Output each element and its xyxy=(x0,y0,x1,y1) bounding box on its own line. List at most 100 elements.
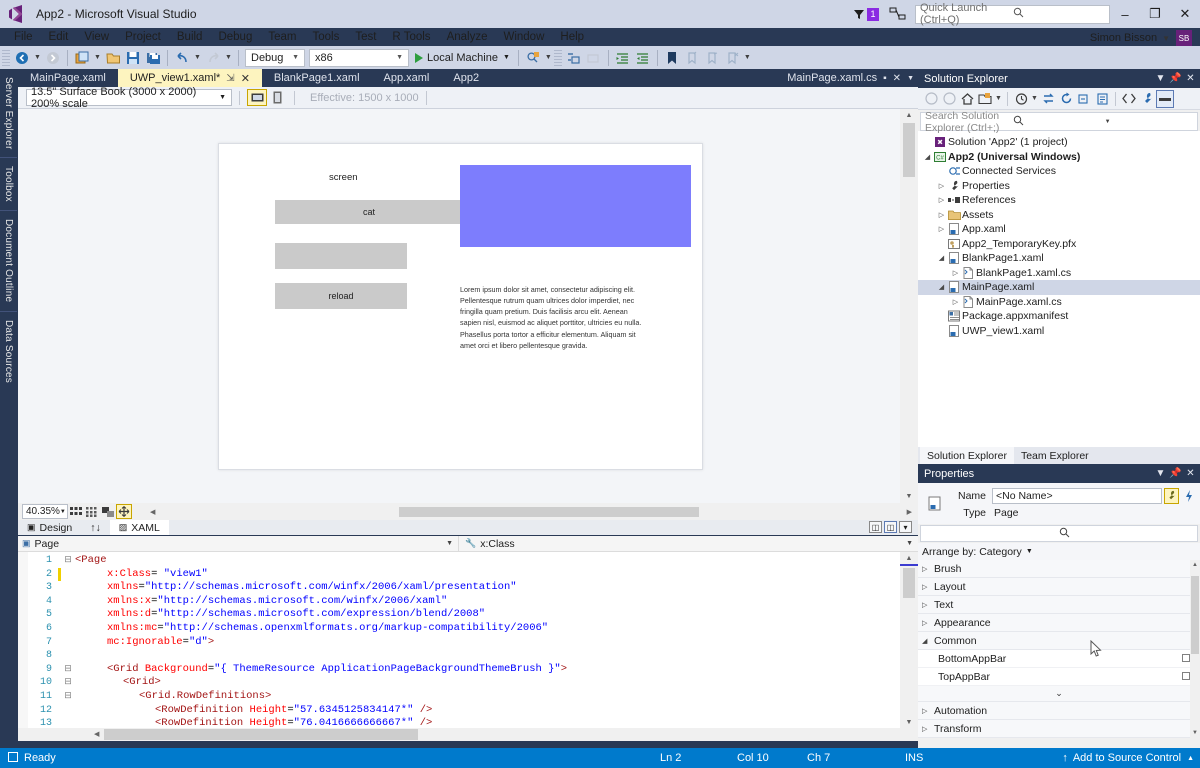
code-line[interactable]: 13 <RowDefinition Height="76.041666666666… xyxy=(18,717,898,728)
expander-icon[interactable]: ▷ xyxy=(936,225,947,233)
toolbar-grip[interactable] xyxy=(553,49,562,66)
menu-project[interactable]: Project xyxy=(117,30,169,44)
vertical-tab-document-outline[interactable]: Document Outline xyxy=(0,210,17,310)
chevron-down-icon[interactable]: ▼ xyxy=(1153,73,1168,84)
landscape-orientation-button[interactable] xyxy=(247,89,267,106)
expander-icon[interactable]: ▷ xyxy=(922,565,934,573)
scrollbar-thumb[interactable] xyxy=(903,568,915,598)
expander-icon[interactable]: ◢ xyxy=(922,153,933,161)
code-line[interactable]: 3 xmlns="http://schemas.microsoft.com/win… xyxy=(18,581,898,595)
refresh-icon[interactable] xyxy=(1057,90,1075,108)
designer-vertical-scrollbar[interactable]: ▲ ▼ xyxy=(900,109,918,503)
close-icon[interactable]: ✕ xyxy=(893,73,901,84)
collapse-outline-icon[interactable]: ⊟ xyxy=(61,676,75,690)
code-line[interactable]: 7 mc:Ignorable="d"> xyxy=(18,636,898,650)
vertical-tab-toolbox[interactable]: Toolbox xyxy=(0,157,17,210)
properties-view-button[interactable] xyxy=(1164,487,1179,504)
property-category-brush[interactable]: ▷ Brush xyxy=(918,560,1200,578)
expander-icon[interactable]: ▷ xyxy=(922,601,934,609)
minimize-button[interactable]: – xyxy=(1110,0,1140,28)
attach-dropdown-icon[interactable]: ▼ xyxy=(543,48,554,68)
chevron-down-icon[interactable]: ▼ xyxy=(1153,468,1168,479)
document-tab[interactable]: MainPage.xaml xyxy=(18,69,118,87)
menu-debug[interactable]: Debug xyxy=(210,30,260,44)
designer-tab-xaml[interactable]: ▨ XAML xyxy=(109,520,169,535)
property-empty-box[interactable] xyxy=(1182,653,1190,662)
pin-icon[interactable]: 📌 xyxy=(1168,73,1183,84)
scrollbar-thumb[interactable] xyxy=(903,123,915,177)
property-category-automation[interactable]: ▷ Automation xyxy=(918,702,1200,720)
code-line[interactable]: 9 ⊟ <Grid Background="{ ThemeResource Appl… xyxy=(18,663,898,677)
tree-item[interactable]: ▷ MainPage.xaml.cs xyxy=(918,295,1200,310)
user-account-bar[interactable]: Simon Bisson ▼ SB xyxy=(1090,28,1200,48)
solution-explorer-search-input[interactable]: Search Solution Explorer (Ctrl+;) ▼ xyxy=(920,110,1198,134)
scroll-left-icon[interactable]: ◀ xyxy=(94,730,99,738)
add-to-source-control-button[interactable]: ↑ Add to Source Control ▲ xyxy=(1062,752,1194,764)
show-more-properties-button[interactable]: ⌄ xyxy=(918,686,1200,702)
tree-item[interactable]: App2_TemporaryKey.pfx xyxy=(918,237,1200,252)
menu-view[interactable]: View xyxy=(76,30,117,44)
restore-button[interactable]: ❐ xyxy=(1140,0,1170,28)
menu-team[interactable]: Team xyxy=(260,30,304,44)
events-view-button[interactable] xyxy=(1181,488,1196,504)
tree-item[interactable]: UWP_view1.xaml xyxy=(918,324,1200,339)
vertical-tab-server-explorer[interactable]: Server Explorer xyxy=(0,69,17,157)
code-lines[interactable]: 1 ⊟ <Page 2 x:Class= "view1" 3 xmlns="http://s… xyxy=(18,554,898,728)
scroll-right-icon[interactable]: ▶ xyxy=(901,508,918,516)
horizontal-split-button[interactable]: ◫ xyxy=(884,521,897,533)
vertical-tab-data-sources[interactable]: Data Sources xyxy=(0,310,17,391)
tree-item[interactable]: ◢ C# App2 (Universal Windows) xyxy=(918,150,1200,165)
effective-pixels-icon[interactable] xyxy=(116,504,132,519)
expander-icon[interactable]: ▷ xyxy=(936,182,947,190)
designer-zoom-select[interactable]: 40.35% ▼ xyxy=(22,504,68,519)
code-line[interactable]: 2 x:Class= "view1" xyxy=(18,567,898,582)
editor-vertical-scrollbar[interactable]: ▲ ▼ xyxy=(900,552,918,728)
chevron-down-icon[interactable]: ▼ xyxy=(446,540,458,547)
snap-grid-icon[interactable] xyxy=(84,504,100,519)
open-file-icon[interactable] xyxy=(103,48,123,68)
artboard[interactable]: screen cat reload Lorem ipsum dolor sit … xyxy=(218,143,703,470)
collapse-outline-icon[interactable]: ⊟ xyxy=(61,663,75,677)
swap-panes-button[interactable]: ↑↓ xyxy=(81,520,110,535)
scroll-down-icon[interactable]: ▼ xyxy=(900,716,918,728)
close-icon[interactable]: ✕ xyxy=(1183,468,1198,479)
chevron-down-icon[interactable]: ▼ xyxy=(907,75,914,82)
undo-dropdown-icon[interactable]: ▼ xyxy=(192,48,203,68)
indent-icon[interactable] xyxy=(613,48,633,68)
pending-changes-filter-icon[interactable] xyxy=(1012,90,1030,108)
editor-horizontal-scrollbar[interactable]: 100 %▼ ◀ xyxy=(18,728,918,741)
expander-icon[interactable]: ▷ xyxy=(922,619,934,627)
solution-explorer-tree[interactable]: ✖ Solution 'App2' (1 project) ◢ C# App2 (Uni… xyxy=(918,131,1200,447)
reload-button[interactable]: reload xyxy=(275,283,407,309)
quick-launch-input[interactable]: Quick Launch (Ctrl+Q) xyxy=(915,2,1110,26)
menu-r-tools[interactable]: R Tools xyxy=(384,30,438,44)
chevron-down-icon[interactable]: ▼ xyxy=(994,90,1003,108)
code-line[interactable]: 4 xmlns:x="http://schemas.microsoft.com/w… xyxy=(18,595,898,609)
collapse-outline-icon[interactable]: ⊟ xyxy=(61,690,75,704)
document-tab[interactable]: BlankPage1.xaml xyxy=(262,69,372,87)
code-line[interactable]: 12 <RowDefinition Height="57.634512583414… xyxy=(18,704,898,718)
navigate-backward-dropdown-icon[interactable]: ▼ xyxy=(32,48,43,68)
xaml-code-editor[interactable]: 1 ⊟ <Page 2 x:Class= "view1" 3 xmlns="http://s… xyxy=(18,552,918,728)
document-tab[interactable]: App2 xyxy=(441,69,491,87)
chevron-down-icon[interactable]: ▼ xyxy=(1105,119,1193,125)
expander-icon[interactable]: ▷ xyxy=(950,269,961,277)
property-category-transform[interactable]: ▷ Transform xyxy=(918,720,1200,738)
menu-analyze[interactable]: Analyze xyxy=(439,30,496,44)
tree-item[interactable]: ◢ MainPage.xaml xyxy=(918,280,1200,295)
solution-platform-select[interactable]: x86 ▼ xyxy=(309,48,409,67)
editor-element-select[interactable]: ▣ Page ▼ xyxy=(18,536,458,552)
property-empty-box[interactable] xyxy=(1182,671,1190,680)
document-tab[interactable]: App.xaml xyxy=(372,69,442,87)
menu-window[interactable]: Window xyxy=(495,30,552,44)
scrollbar-thumb[interactable] xyxy=(1191,576,1199,654)
tree-item[interactable]: ◢ BlankPage1.xaml xyxy=(918,251,1200,266)
close-icon[interactable]: ✕ xyxy=(241,72,250,85)
tree-item[interactable]: ▷ Properties xyxy=(918,179,1200,194)
view-code-icon[interactable] xyxy=(1120,90,1138,108)
solution-filter-icon[interactable] xyxy=(976,90,994,108)
menu-tools[interactable]: Tools xyxy=(304,30,347,44)
outdent-icon[interactable] xyxy=(633,48,653,68)
new-project-icon[interactable] xyxy=(72,48,92,68)
scroll-up-icon[interactable]: ▲ xyxy=(900,109,918,122)
